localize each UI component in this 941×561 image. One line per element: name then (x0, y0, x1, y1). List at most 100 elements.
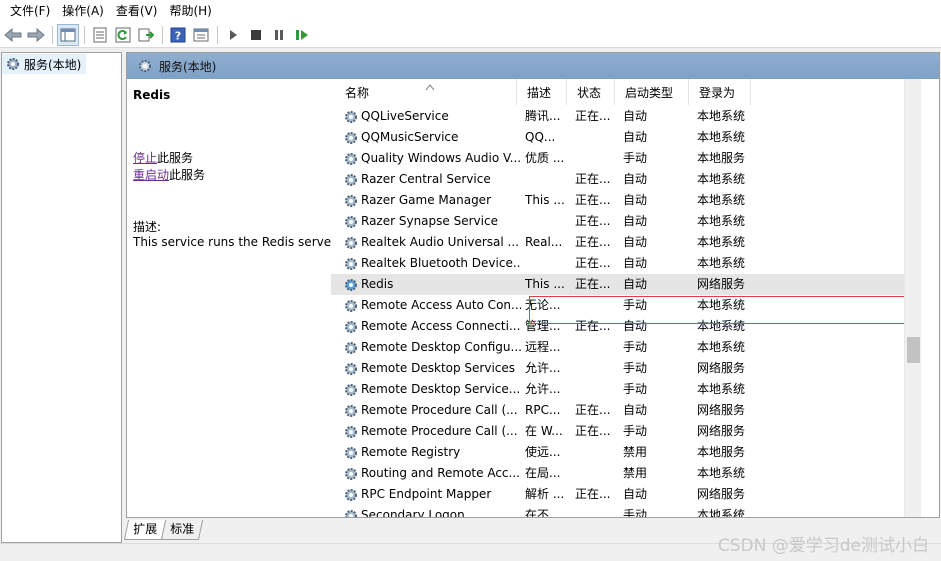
gear-icon (345, 447, 357, 459)
table-row[interactable]: Razer Central Service 正在... 自动 本地系统 (331, 169, 921, 190)
cell-desc: RPC... (525, 403, 561, 417)
gear-icon (345, 279, 357, 291)
help-icon[interactable]: ? (167, 24, 189, 46)
restart-action: 重启动此服务 (133, 167, 205, 184)
cell-logon: 本地系统 (697, 508, 746, 518)
forward-arrow-icon[interactable] (25, 24, 47, 46)
cell-startup: 禁用 (623, 466, 648, 480)
toolbar-separator (52, 25, 53, 44)
cell-desc: 在 W... (525, 424, 563, 438)
cell-startup: 手动 (623, 361, 648, 375)
gear-icon (345, 468, 357, 480)
column-status[interactable]: 状态 (567, 79, 615, 105)
cell-logon: 本地系统 (697, 109, 746, 123)
gear-icon (345, 111, 357, 123)
tab-extended[interactable]: 扩展 (123, 520, 167, 540)
table-row[interactable]: QQLiveService 腾讯... 正在... 自动 本地系统 (331, 106, 921, 127)
menu-file[interactable]: 文件(F) (4, 1, 56, 21)
console-tree-icon[interactable] (57, 23, 79, 46)
stop-link[interactable]: 停止 (133, 151, 157, 165)
properties-icon[interactable] (89, 24, 111, 46)
restart-link[interactable]: 重启动 (133, 168, 169, 182)
cell-name: Remote Desktop Services (361, 361, 516, 375)
table-row[interactable]: Realtek Bluetooth Device... 正在... 自动 本地系统 (331, 253, 921, 274)
toolbar: ? (0, 22, 941, 48)
cell-desc: 使远... (525, 445, 561, 459)
menu-action[interactable]: 操作(A) (56, 1, 110, 21)
cell-startup: 自动 (623, 193, 648, 207)
gear-icon (345, 384, 357, 396)
column-logon[interactable]: 登录为 (689, 79, 751, 105)
gear-icon (345, 258, 357, 270)
table-row[interactable]: Quality Windows Audio V... 优质 ... 手动 本地服务 (331, 148, 921, 169)
cell-desc: This ... (525, 193, 565, 207)
cell-startup: 手动 (623, 382, 648, 396)
cell-name: Secondary Logon (361, 508, 465, 518)
description-label: 描述: (133, 220, 162, 234)
gear-icon (139, 60, 151, 72)
refresh-icon[interactable] (112, 24, 134, 46)
table-row[interactable]: QQMusicService QQ... 自动 本地系统 (331, 127, 921, 148)
cell-startup: 自动 (623, 403, 648, 417)
table-row[interactable]: Secondary Logon 在不... 手动 本地系统 (331, 505, 921, 518)
panel-header: 服务(本地) (127, 53, 939, 79)
gear-icon (345, 426, 357, 438)
cell-logon: 本地服务 (697, 445, 746, 459)
tab-extended-label: 扩展 (133, 522, 158, 536)
cell-name: Remote Procedure Call (... (361, 403, 518, 417)
cell-startup: 自动 (623, 130, 648, 144)
cell-name: Razer Synapse Service (361, 214, 498, 228)
cell-name: Razer Game Manager (361, 193, 491, 207)
start-icon[interactable] (222, 24, 244, 46)
service-detail-pane: Redis 停止此服务 重启动此服务 描述: This service runs… (127, 79, 336, 517)
menu-view[interactable]: 查看(V) (110, 1, 164, 21)
column-startup[interactable]: 启动类型 (615, 79, 689, 105)
pause-icon[interactable] (268, 24, 290, 46)
cell-startup: 手动 (623, 508, 648, 518)
detail-service-name: Redis (133, 88, 171, 102)
menu-help[interactable]: 帮助(H) (163, 1, 217, 21)
tab-standard[interactable]: 标准 (160, 520, 204, 540)
table-row[interactable]: Redis This ... 正在... 自动 网络服务 (331, 274, 921, 295)
cell-startup: 手动 (623, 424, 648, 438)
table-row[interactable]: Remote Procedure Call (... 在 W... 正在... 手动 网… (331, 421, 921, 442)
table-row[interactable]: RPC Endpoint Mapper 解析 ... 正在... 自动 网络服务 (331, 484, 921, 505)
cell-startup: 自动 (623, 277, 648, 291)
cell-desc: QQ... (525, 130, 556, 144)
cell-desc: 远程... (525, 340, 561, 354)
table-row[interactable]: Routing and Remote Acc... 在局... 禁用 本地系统 (331, 463, 921, 484)
cell-status: 正在... (575, 172, 611, 186)
back-arrow-icon[interactable] (2, 24, 24, 46)
table-row[interactable]: Razer Synapse Service 正在... 自动 本地系统 (331, 211, 921, 232)
table-row[interactable]: Remote Procedure Call (... RPC... 正在... 自动 网… (331, 400, 921, 421)
gear-icon (345, 237, 357, 249)
gear-icon (345, 153, 357, 165)
cell-desc: Real... (525, 235, 563, 249)
gear-icon (345, 363, 357, 375)
view-icon[interactable] (190, 24, 212, 46)
cell-status (575, 505, 619, 517)
table-row[interactable]: Realtek Audio Universal ... Real... 正在... 自… (331, 232, 921, 253)
tree-item-services-local[interactable]: 服务(本地) (2, 54, 86, 74)
table-row[interactable]: Remote Registry 使远... 禁用 本地服务 (331, 442, 921, 463)
cell-name: Remote Registry (361, 445, 461, 459)
table-row[interactable]: Remote Desktop Services 允许... 手动 网络服务 (331, 358, 921, 379)
cell-logon: 本地系统 (697, 340, 746, 354)
stop-icon[interactable] (245, 24, 267, 46)
vertical-scrollbar[interactable] (904, 79, 921, 517)
cell-status: 正在... (575, 487, 611, 501)
cell-name: Remote Access Auto Con... (361, 298, 521, 312)
table-row[interactable]: Remote Desktop Configu... 远程... 手动 本地系统 (331, 337, 921, 358)
table-row[interactable]: Razer Game Manager This ... 正在... 自动 本地系统 (331, 190, 921, 211)
table-row[interactable]: Remote Desktop Service... 允许... 手动 本地系统 (331, 379, 921, 400)
cell-desc: 允许... (525, 382, 561, 396)
cell-logon: 本地系统 (697, 214, 746, 228)
column-desc[interactable]: 描述 (517, 79, 567, 105)
cell-status: 正在... (575, 109, 611, 123)
restart-icon[interactable] (291, 24, 313, 46)
cell-status (575, 442, 619, 463)
export-icon[interactable] (135, 24, 157, 46)
menu-bar: 文件(F) 操作(A) 查看(V) 帮助(H) (0, 0, 941, 22)
scrollbar-thumb[interactable] (907, 337, 920, 363)
column-name[interactable]: 名称 (335, 79, 517, 105)
